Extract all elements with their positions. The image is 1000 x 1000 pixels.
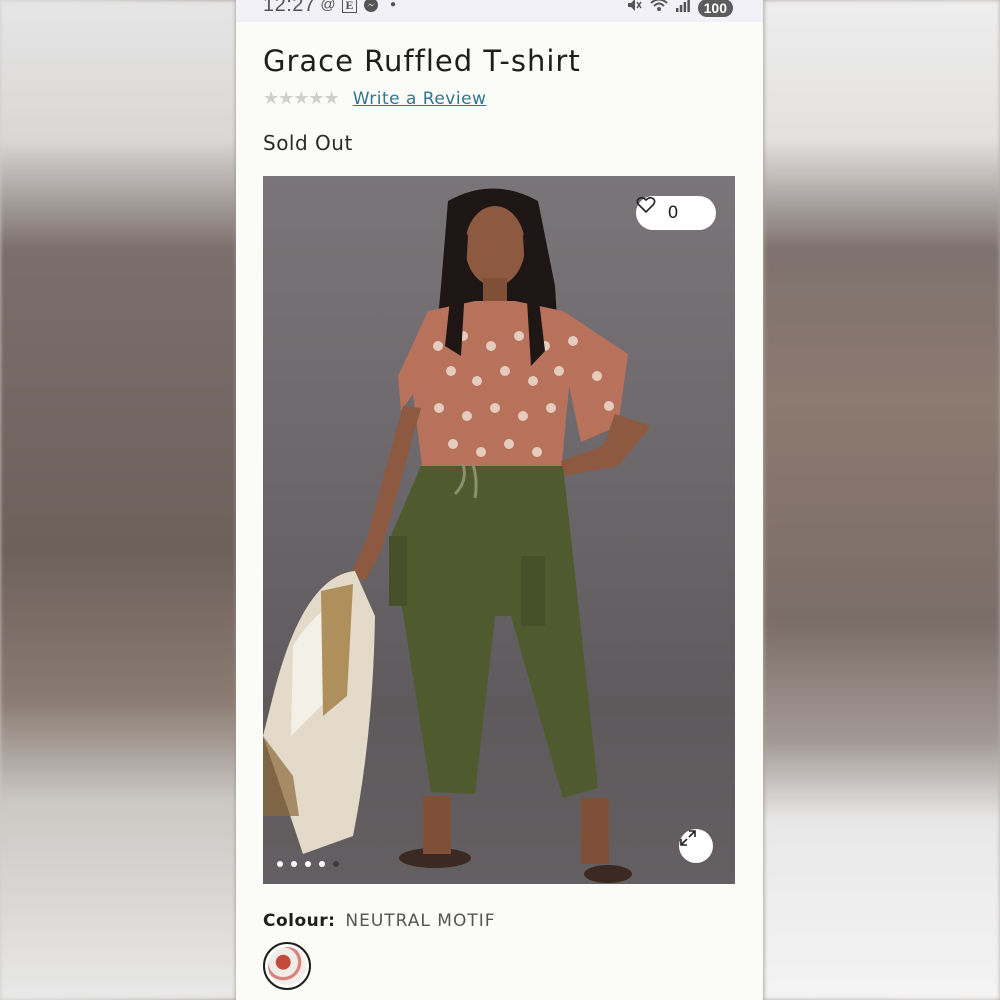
rating-stars[interactable]: ★★★★★	[263, 88, 340, 109]
status-right-icons: 100	[626, 0, 733, 18]
gallery-dot[interactable]	[291, 861, 297, 867]
model-photo	[263, 188, 735, 884]
blurred-background-right	[764, 0, 1000, 1000]
swatch-pattern	[268, 947, 306, 985]
threads-icon: @	[320, 0, 336, 13]
status-time: 12:27	[263, 0, 316, 16]
rating-row: ★★★★★ Write a Review	[263, 88, 486, 109]
expand-image-button[interactable]	[679, 829, 713, 863]
gallery-pagination[interactable]	[277, 861, 339, 867]
gallery-dot[interactable]	[305, 861, 311, 867]
mute-icon	[626, 0, 642, 18]
etsy-icon: E	[342, 0, 357, 13]
colour-swatch-neutral-motif[interactable]	[263, 942, 311, 990]
gallery-dot-active[interactable]	[333, 861, 339, 867]
gallery-dot[interactable]	[277, 861, 283, 867]
dot-icon: ●	[389, 0, 397, 10]
write-review-link[interactable]: Write a Review	[353, 89, 487, 109]
colour-value: NEUTRAL MOTIF	[345, 911, 496, 931]
product-title: Grace Ruffled T-shirt	[263, 44, 581, 78]
colour-row: Colour: NEUTRAL MOTIF	[263, 911, 496, 931]
status-bar: 12:27 @ E ● 100	[236, 0, 763, 22]
gallery-dot[interactable]	[319, 861, 325, 867]
colour-label: Colour:	[263, 911, 336, 931]
blurred-background-left	[0, 0, 236, 1000]
product-image-gallery[interactable]: 0	[263, 176, 735, 884]
signal-icon	[675, 0, 690, 17]
messenger-icon	[363, 0, 379, 13]
availability-status: Sold Out	[263, 131, 353, 155]
phone-screen: 12:27 @ E ● 100 Grace Ruffled T-shirt ★★…	[236, 0, 763, 1000]
like-count: 0	[667, 203, 679, 223]
wishlist-button[interactable]: 0	[636, 196, 716, 230]
battery-indicator: 100	[697, 0, 733, 17]
status-left-icons: @ E ●	[320, 0, 401, 13]
wifi-icon	[649, 0, 668, 18]
